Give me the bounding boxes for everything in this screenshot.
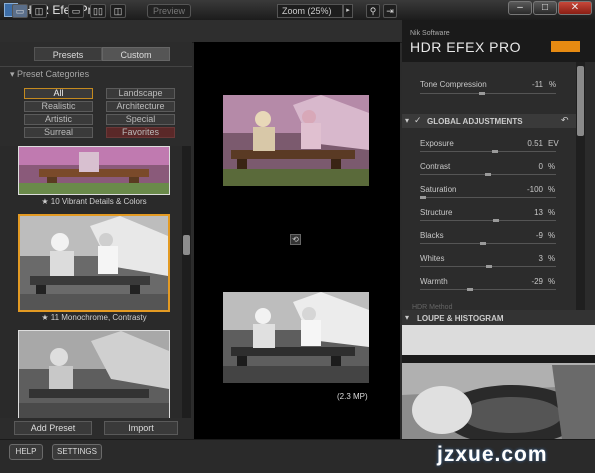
adjustment-label: Structure: [420, 208, 453, 217]
compare-view-icon[interactable]: ◫: [110, 4, 126, 18]
enable-checkbox-icon[interactable]: ✓: [414, 115, 422, 126]
global-adjustments-title: GLOBAL ADJUSTMENTS: [427, 117, 523, 126]
adjustment-label: Blacks: [420, 231, 444, 240]
loupe-histogram-title: LOUPE & HISTOGRAM: [417, 314, 504, 323]
preset-caption: ★ 10 Vibrant Details & Colors: [41, 197, 147, 206]
adjustment-slider[interactable]: [420, 243, 556, 244]
adjustment-unit: EV: [548, 139, 559, 148]
adjustment-value: -100: [526, 185, 543, 194]
split-view-icon[interactable]: ◫: [31, 4, 47, 18]
adjustment-label: Saturation: [420, 185, 457, 194]
app-name: HDR EFEX PRO: [410, 39, 522, 55]
zoom-dropdown[interactable]: Zoom (25%): [277, 4, 343, 18]
reset-icon[interactable]: ↶: [561, 115, 569, 126]
adjustment-value: -9: [535, 231, 543, 240]
megapixels-label: (2.3 MP): [337, 392, 368, 401]
tab-presets[interactable]: Presets: [34, 47, 102, 61]
adjustment-value: 13: [534, 208, 543, 217]
help-button[interactable]: HELP: [9, 444, 43, 460]
category-favorites[interactable]: Favorites: [106, 127, 175, 138]
single-preview-icon[interactable]: ▭: [68, 4, 84, 18]
adjustment-label: Exposure: [420, 139, 454, 148]
adjustment-label: Contrast: [420, 162, 451, 171]
category-architecture[interactable]: Architecture: [106, 101, 175, 112]
preset-list[interactable]: ★ 10 Vibrant Details & Colors ★ 11 Monoc…: [0, 146, 182, 418]
nik-logo: [551, 41, 580, 52]
preset-thumb-vibrant[interactable]: [18, 146, 170, 195]
tab-custom[interactable]: Custom: [102, 47, 170, 61]
adjustment-unit: %: [548, 162, 556, 171]
adjustment-slider-knob[interactable]: [467, 288, 473, 291]
adjustment-slider-knob[interactable]: [485, 173, 491, 176]
adjustment-slider-knob[interactable]: [493, 219, 499, 222]
add-preset-button[interactable]: Add Preset: [14, 421, 92, 435]
preview-button[interactable]: Preview: [147, 4, 191, 18]
preset-scrollbar[interactable]: [182, 146, 191, 418]
category-special[interactable]: Special: [106, 114, 175, 125]
category-realistic[interactable]: Realistic: [24, 101, 93, 112]
adjustment-unit: %: [548, 185, 556, 194]
pin-icon[interactable]: ⚲: [366, 4, 380, 18]
close-button[interactable]: ✕: [558, 1, 592, 15]
adjustments-scrollbar-thumb[interactable]: [577, 66, 584, 136]
settings-button[interactable]: SETTINGS: [52, 444, 102, 460]
loupe-image: [402, 325, 595, 445]
adjustment-label: Whites: [420, 254, 445, 263]
category-all[interactable]: All: [24, 88, 93, 99]
adjustment-slider-knob[interactable]: [492, 150, 498, 153]
adjustment-unit: %: [548, 208, 556, 217]
preset-thumbnail-image: [19, 331, 169, 418]
watermark-text: jzxue.com: [437, 443, 548, 466]
single-view-icon[interactable]: ▭: [12, 4, 28, 18]
preset-thumbnail-image: [20, 216, 168, 310]
collapse-arrow-icon: ▾: [10, 69, 18, 79]
collapse-arrow-icon[interactable]: ▾: [405, 313, 409, 322]
adjustment-slider-knob[interactable]: [480, 242, 486, 245]
preset-categories-header[interactable]: ▾ Preset Categories: [10, 69, 89, 80]
preset-caption: ★ 11 Monochrome, Contrasty: [41, 313, 147, 322]
after-preview-image: [223, 292, 369, 383]
before-preview-image: [223, 95, 369, 186]
category-artistic[interactable]: Artistic: [24, 114, 93, 125]
minimize-button[interactable]: –: [508, 1, 532, 15]
adjustment-slider[interactable]: [420, 197, 556, 198]
brand-label: Nik Software: [410, 30, 450, 37]
tone-compression-slider[interactable]: [420, 93, 556, 94]
adjustment-slider-knob[interactable]: [420, 196, 426, 199]
adjustment-value: -29: [531, 277, 543, 286]
adjustment-value: 0: [538, 162, 543, 171]
collapse-arrow-icon[interactable]: ▾: [405, 116, 409, 125]
preset-thumbnail-image: [19, 147, 169, 194]
category-surreal[interactable]: Surreal: [24, 127, 93, 138]
zoom-arrow-icon[interactable]: ▸: [343, 4, 353, 18]
adjustment-value: 3: [538, 254, 543, 263]
tone-compression-unit: %: [549, 80, 557, 89]
category-header-label: Preset Categories: [17, 69, 90, 79]
toolbar: [0, 20, 402, 43]
import-button[interactable]: Import: [104, 421, 178, 435]
adjustment-unit: %: [548, 277, 556, 286]
tone-compression-knob[interactable]: [479, 92, 485, 95]
adjustment-value: 0.51: [527, 139, 543, 148]
adjustment-label: Warmth: [420, 277, 448, 286]
adjustment-unit: %: [548, 231, 556, 240]
panel-toggle-icon[interactable]: ⇥: [383, 4, 397, 18]
maximize-button[interactable]: □: [533, 1, 557, 15]
sync-icon[interactable]: ⟲: [290, 234, 301, 245]
adjustment-slider[interactable]: [420, 151, 556, 152]
preset-thumb-monochrome[interactable]: [18, 214, 170, 312]
tone-compression-value: -11: [532, 80, 543, 89]
adjustment-slider[interactable]: [420, 289, 556, 290]
adjustment-slider-knob[interactable]: [486, 265, 492, 268]
adjustment-slider[interactable]: [420, 220, 556, 221]
side-by-side-icon[interactable]: ▯▯: [90, 4, 106, 18]
divider: [0, 66, 192, 67]
adjustment-unit: %: [548, 254, 556, 263]
preset-scrollbar-thumb[interactable]: [183, 235, 190, 255]
preset-thumb-next[interactable]: [18, 330, 170, 418]
category-landscape[interactable]: Landscape: [106, 88, 175, 99]
tone-compression-label: Tone Compression: [420, 80, 487, 89]
